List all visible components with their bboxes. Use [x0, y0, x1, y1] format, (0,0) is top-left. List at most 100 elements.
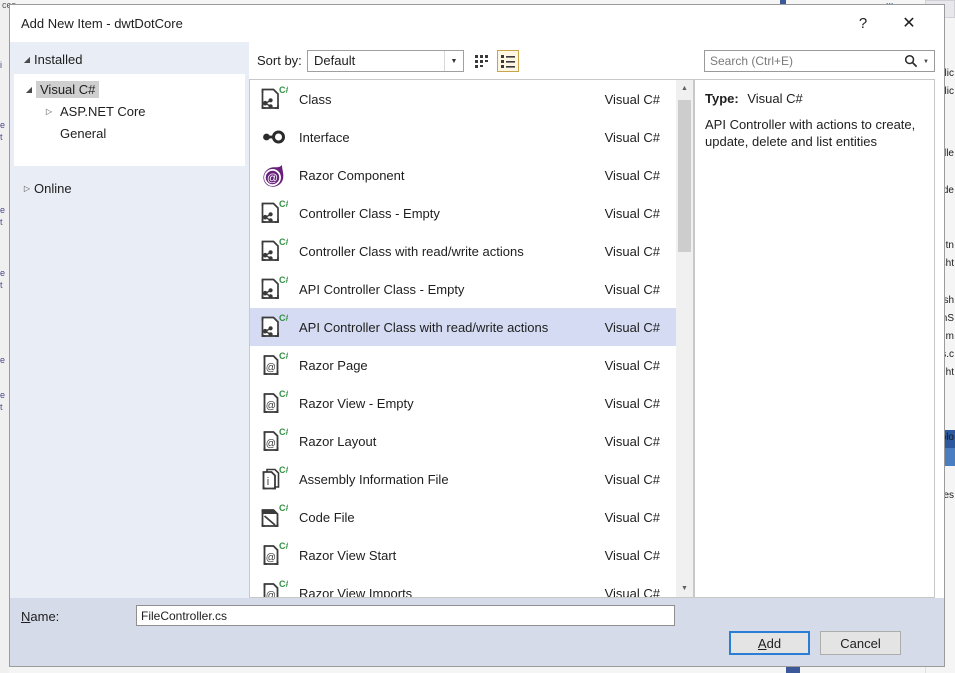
item-list-row[interactable]: @C# Razor View ImportsVisual C#: [250, 574, 676, 597]
svg-text:C#: C#: [279, 541, 288, 551]
tree-item-aspnet-core[interactable]: ▷ ASP.NET Core: [42, 100, 150, 122]
svg-text:C#: C#: [279, 313, 288, 323]
csharp-class-icon: C#: [258, 84, 288, 114]
backdrop-text-fragment: e: [0, 355, 5, 365]
scroll-down-icon[interactable]: ▼: [676, 580, 693, 597]
razor-page-icon: @C#: [258, 578, 288, 597]
tree-item-label: Visual C#: [36, 81, 99, 98]
item-list-row[interactable]: iC#Assembly Information FileVisual C#: [250, 460, 676, 498]
item-list-scrollbar[interactable]: ▲ ▼: [676, 80, 693, 597]
expander-expand-icon[interactable]: ▷: [42, 107, 56, 116]
razor-page-icon: @C#: [258, 350, 288, 380]
grid-icon: [475, 55, 489, 68]
item-list-row[interactable]: InterfaceVisual C#: [250, 118, 676, 156]
razor-page-icon: @C#: [258, 540, 288, 570]
expander-collapse-icon[interactable]: ◢: [20, 55, 34, 64]
item-language: Visual C#: [605, 434, 660, 449]
csharp-class-icon: C#: [258, 84, 288, 114]
item-label: Razor View Start: [299, 548, 605, 563]
assembly-info-icon: iC#: [258, 464, 288, 494]
backdrop-text-fragment: lic: [945, 86, 954, 97]
tree-root-label: Installed: [34, 52, 82, 67]
svg-text:C#: C#: [279, 237, 288, 247]
item-list-row[interactable]: C# Controller Class with read/write actio…: [250, 232, 676, 270]
tiles-view-button[interactable]: [471, 50, 493, 72]
cancel-button[interactable]: Cancel: [820, 631, 901, 655]
item-list-row[interactable]: C# API Controller Class with read/write a…: [250, 308, 676, 346]
item-list: C#ClassVisual C#InterfaceVisual C#@Razor…: [249, 79, 694, 598]
backdrop-text-fragment: lic: [945, 68, 954, 79]
item-list-row[interactable]: C#ClassVisual C#: [250, 80, 676, 118]
svg-text:i: i: [267, 476, 269, 488]
svg-text:@: @: [266, 400, 276, 411]
svg-text:C#: C#: [279, 503, 288, 513]
item-list-row[interactable]: C#API Controller Class - EmptyVisual C#: [250, 270, 676, 308]
tree-item-visual-csharp[interactable]: ◢ Visual C#: [22, 78, 99, 100]
item-language: Visual C#: [605, 244, 660, 259]
search-box[interactable]: Search (Ctrl+E) ▼: [704, 50, 935, 72]
expander-collapse-icon[interactable]: ◢: [22, 85, 36, 94]
svg-text:@: @: [266, 362, 276, 373]
name-label-mnemonic: N: [21, 609, 30, 624]
item-list-row[interactable]: C#Controller Class - EmptyVisual C#: [250, 194, 676, 232]
add-button[interactable]: Add: [729, 631, 810, 655]
dialog-footer: Name: Add Cancel: [10, 598, 944, 666]
list-icon: [501, 55, 515, 68]
item-list-row[interactable]: @C# Razor LayoutVisual C#: [250, 422, 676, 460]
info-type-value: Visual C#: [747, 91, 802, 106]
item-list-row[interactable]: @C#Razor View - EmptyVisual C#: [250, 384, 676, 422]
csharp-class-icon: C#: [258, 236, 288, 266]
item-label: Controller Class with read/write actions: [299, 244, 605, 259]
item-language: Visual C#: [605, 358, 660, 373]
item-list-row[interactable]: C#Code FileVisual C#: [250, 498, 676, 536]
csharp-class-icon: C#: [258, 312, 288, 342]
csharp-class-icon: C#: [258, 236, 288, 266]
name-input[interactable]: [136, 605, 675, 626]
scrollbar-thumb[interactable]: [678, 100, 691, 252]
item-list-row[interactable]: @C#Razor View StartVisual C#: [250, 536, 676, 574]
backdrop-text-fragment: es: [943, 490, 954, 501]
search-dropdown-icon[interactable]: ▼: [923, 59, 929, 65]
item-list-row[interactable]: @Razor ComponentVisual C#: [250, 156, 676, 194]
expander-expand-icon[interactable]: ▷: [20, 184, 34, 193]
item-label: Razor View Imports: [299, 586, 605, 598]
help-button[interactable]: ?: [846, 9, 880, 37]
backdrop-text-fragment: e: [0, 268, 5, 278]
tree-item-general[interactable]: · General: [42, 122, 110, 144]
svg-text:@: @: [266, 590, 276, 597]
sort-by-select[interactable]: Default ▼: [307, 50, 464, 72]
tree-item-label: General: [56, 125, 110, 142]
search-input[interactable]: Search (Ctrl+E): [710, 54, 793, 68]
chevron-down-icon[interactable]: ▼: [444, 51, 463, 71]
razor-page-icon: @C#: [258, 350, 288, 380]
add-label-mnemonic: A: [758, 636, 767, 651]
svg-text:@: @: [266, 438, 276, 449]
close-button[interactable]: ✕: [892, 9, 926, 37]
tree-item-online[interactable]: ▷ Online: [20, 177, 72, 199]
tree-item-label: Online: [34, 181, 72, 196]
razor-page-icon: @C#: [258, 426, 288, 456]
scroll-up-icon[interactable]: ▲: [676, 80, 693, 97]
item-label: Razor Component: [299, 168, 605, 183]
tree-node-container: ◢ Visual C# ▷ ASP.NET Core · General: [14, 74, 245, 166]
svg-text:@: @: [266, 552, 276, 563]
csharp-class-icon: C#: [258, 274, 288, 304]
item-label: API Controller Class - Empty: [299, 282, 605, 297]
item-label: Razor Page: [299, 358, 605, 373]
item-label: API Controller Class with read/write act…: [299, 320, 605, 335]
sort-by-label: Sort by:: [257, 53, 302, 68]
item-list-row[interactable]: @C# Razor PageVisual C#: [250, 346, 676, 384]
item-label: Interface: [299, 130, 605, 145]
item-label: Code File: [299, 510, 605, 525]
interface-icon: [258, 122, 288, 152]
backdrop-text-fragment: sh: [943, 295, 954, 306]
info-type-row: Type: Visual C#: [705, 91, 803, 106]
svg-text:C#: C#: [279, 427, 288, 437]
tree-root-installed[interactable]: ◢ Installed: [10, 47, 249, 71]
categories-tree-pane: ◢ Installed ◢ Visual C# ▷ ASP.NET Core ·…: [10, 42, 249, 598]
item-label: Razor Layout: [299, 434, 605, 449]
item-list-rows: C#ClassVisual C#InterfaceVisual C#@Razor…: [250, 80, 676, 597]
name-label-rest: ame:: [30, 609, 59, 624]
list-view-button[interactable]: [497, 50, 519, 72]
item-language: Visual C#: [605, 586, 660, 598]
